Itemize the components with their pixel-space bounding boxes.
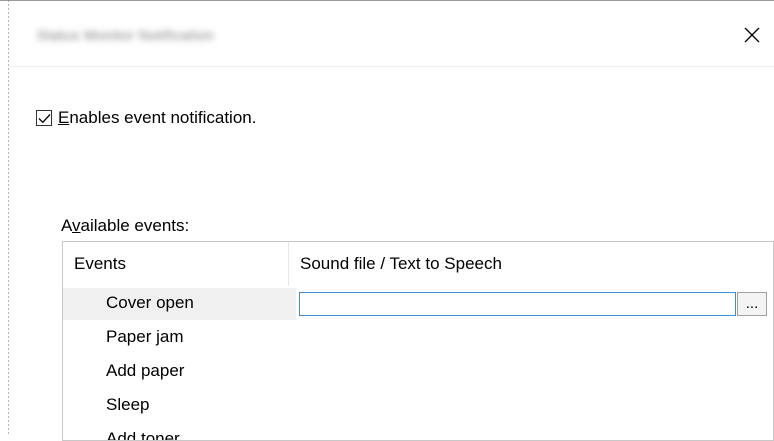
title-separator [9,66,774,67]
column-header-events[interactable]: Events [63,242,288,286]
event-name: Add paper [106,361,185,380]
browse-button[interactable]: ... [737,292,767,316]
enable-notification-checkbox-row[interactable]: Enables event notification. [36,108,256,128]
table-row[interactable]: Cover open ... [63,288,773,320]
enable-notification-text: nables event notification. [69,108,257,127]
available-events-prefix: A [61,216,73,235]
checkmark-icon [38,113,50,123]
available-events-accel: v [72,216,81,235]
table-row[interactable]: Sleep [63,390,773,422]
table-row[interactable]: Paper jam [63,322,773,354]
close-button[interactable] [730,16,774,54]
event-name: Add toner [106,429,180,441]
events-list[interactable]: Events Sound file / Text to Speech Cover… [62,241,774,441]
table-row[interactable]: Add toner [63,424,773,441]
event-name: Paper jam [106,327,184,346]
event-name: Sleep [106,395,150,414]
table-row[interactable]: Add paper [63,356,773,388]
enable-notification-accel: E [58,108,70,127]
sound-file-input[interactable] [299,292,736,316]
event-name: Cover open [106,293,194,312]
available-events-label: Available events: [61,216,189,236]
enable-notification-checkbox[interactable] [36,110,52,126]
available-events-text: ailable events: [80,216,190,235]
column-header-sound[interactable]: Sound file / Text to Speech [288,242,768,286]
title-bar: Status Monitor Notification [9,1,774,66]
enable-notification-label: Enables event notification. [58,108,256,128]
close-icon [744,27,760,43]
window-title: Status Monitor Notification [37,27,214,43]
